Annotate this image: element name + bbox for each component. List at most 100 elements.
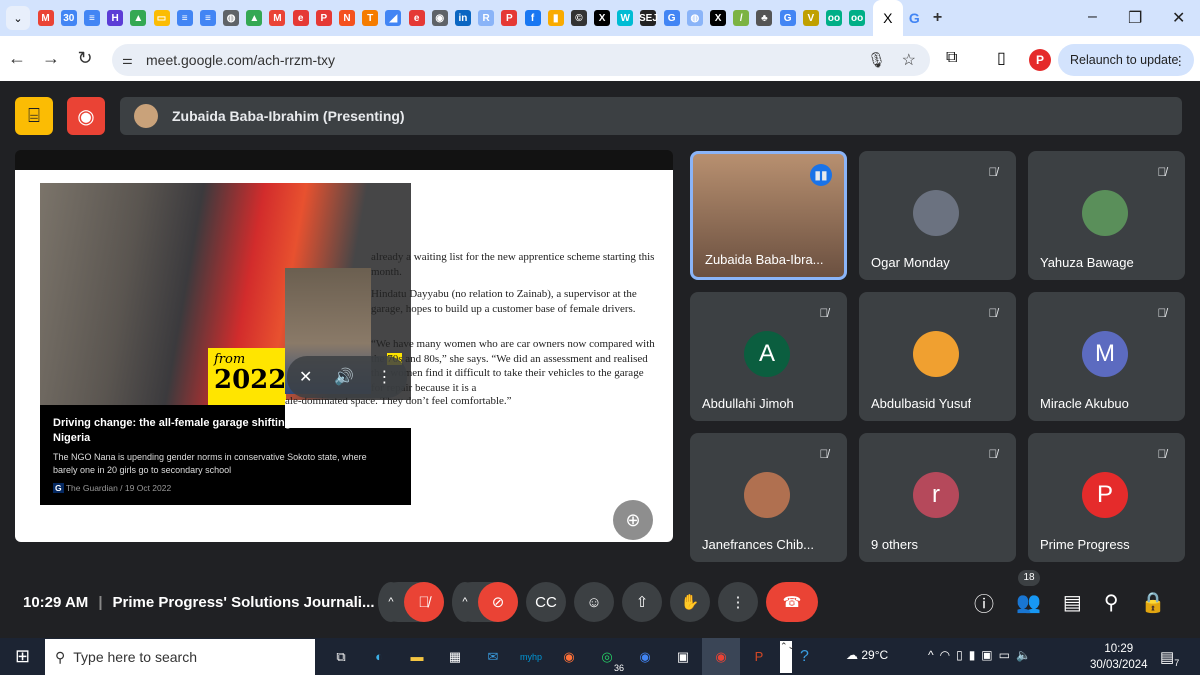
pen-icon[interactable]: / bbox=[733, 10, 750, 26]
c-icon[interactable]: © bbox=[570, 10, 587, 26]
taskbar-search[interactable]: ⚲ Type here to search bbox=[45, 639, 315, 675]
people-button[interactable]: 👥 18 bbox=[1016, 569, 1041, 615]
task-view-icon[interactable]: ⧉ bbox=[322, 638, 360, 675]
sej-icon[interactable]: SEJ bbox=[639, 10, 658, 26]
back-icon[interactable]: ← bbox=[0, 48, 34, 69]
globe-icon[interactable]: ◍ bbox=[223, 10, 240, 26]
powerpoint-icon[interactable]: P bbox=[740, 638, 778, 675]
participant-tile[interactable]: r 🎙̸ 9 others bbox=[859, 433, 1016, 562]
chrome-icon[interactable]: ◉ bbox=[431, 10, 448, 26]
host-controls-icon[interactable]: ⌸ bbox=[15, 97, 53, 135]
drive-icon[interactable]: ▲ bbox=[246, 10, 263, 26]
host-controls-lock-icon[interactable]: 🔒 bbox=[1140, 590, 1165, 615]
bluesky-icon[interactable]: W bbox=[617, 10, 634, 26]
x-icon[interactable]: X bbox=[594, 10, 611, 26]
tab-google[interactable]: G bbox=[906, 10, 922, 26]
firefox-icon[interactable]: ◉ bbox=[550, 638, 588, 675]
participant-tile[interactable]: 🎙̸ Abdulbasid Yusuf bbox=[859, 292, 1016, 421]
new-tab-button[interactable]: + bbox=[930, 9, 946, 26]
emoji-button[interactable]: ☺ bbox=[574, 582, 614, 622]
meeting-details-icon[interactable]: ⓘ bbox=[974, 588, 994, 617]
tree-icon[interactable]: ♣ bbox=[756, 10, 773, 26]
notification-icon[interactable]: ▤7 bbox=[1160, 648, 1179, 668]
p-icon[interactable]: P bbox=[315, 10, 332, 26]
menu-icon[interactable]: ⋮ bbox=[1174, 53, 1187, 68]
edge-icon[interactable]: ◐ bbox=[360, 638, 398, 675]
t-icon[interactable]: T bbox=[362, 10, 379, 26]
camera-off-button[interactable]: ⊘ bbox=[478, 582, 518, 622]
docs-icon[interactable]: ≡ bbox=[199, 10, 216, 26]
file-explorer-icon[interactable]: ▬ bbox=[398, 638, 436, 675]
recording-icon[interactable]: ◉ bbox=[67, 97, 105, 135]
participant-tile[interactable]: 🎙̸ Yahuza Bawage bbox=[1028, 151, 1185, 280]
site-info-icon[interactable]: ⚌ bbox=[122, 53, 133, 67]
participant-tile[interactable]: 🎙̸ Ogar Monday bbox=[859, 151, 1016, 280]
mic-off-button[interactable]: 🎙̸ bbox=[404, 582, 444, 622]
gmail-icon[interactable]: M bbox=[37, 10, 54, 26]
store-icon[interactable]: ▦ bbox=[436, 638, 474, 675]
microphone-icon[interactable]: 🎙 bbox=[867, 51, 886, 69]
close-tab-icon[interactable]: X bbox=[883, 10, 892, 26]
linkedin-icon[interactable]: in bbox=[454, 10, 471, 26]
taskbar-scroll[interactable]: ⌃⌄ bbox=[780, 641, 795, 673]
audio-options-icon[interactable]: ^ bbox=[378, 582, 404, 622]
help-icon[interactable]: ? bbox=[800, 648, 809, 666]
calendar-icon[interactable]: 30 bbox=[60, 10, 77, 26]
facebook-icon[interactable]: f bbox=[524, 10, 541, 26]
slides-icon[interactable]: ▭ bbox=[153, 10, 170, 26]
mail-icon[interactable]: ✉ bbox=[474, 638, 512, 675]
tripadvisor-icon[interactable]: oo bbox=[825, 10, 842, 26]
more-options-icon[interactable]: ⋮ bbox=[376, 367, 392, 387]
whatsapp-icon[interactable]: ◎ 36 bbox=[588, 638, 626, 675]
pin-off-icon[interactable]: ✕ bbox=[299, 367, 312, 387]
system-tray-icons[interactable]: ^◠▯▮▣▭🔈 bbox=[928, 648, 1037, 662]
analytics-icon[interactable]: ▮ bbox=[547, 10, 564, 26]
participant-tile[interactable]: A 🎙̸ Abdullahi Jimoh bbox=[690, 292, 847, 421]
captions-button[interactable]: CC bbox=[526, 582, 566, 622]
docs-icon[interactable]: ≡ bbox=[83, 10, 100, 26]
e-icon[interactable]: e bbox=[408, 10, 425, 26]
volume-icon[interactable]: 🔊 bbox=[334, 367, 354, 387]
extensions-icon[interactable]: ⧉ bbox=[946, 49, 957, 67]
address-bar[interactable]: ⚌ meet.google.com/ach-rrzm-txy 🎙 ☆ bbox=[112, 44, 930, 76]
p-icon[interactable]: P bbox=[501, 10, 518, 26]
app-icon[interactable]: ▣ bbox=[664, 638, 702, 675]
close-window-icon[interactable]: ✕ bbox=[1172, 8, 1185, 28]
participant-tile[interactable]: 🎙̸ Janefrances Chib... bbox=[690, 433, 847, 562]
docs-icon[interactable]: ≡ bbox=[176, 10, 193, 26]
present-button[interactable]: ⇧ bbox=[622, 582, 662, 622]
drive-icon[interactable]: ▲ bbox=[130, 10, 147, 26]
activities-icon[interactable]: ⚲ bbox=[1104, 590, 1119, 615]
google-icon[interactable]: G bbox=[663, 10, 680, 26]
chrome-profile-icon[interactable]: ◉ bbox=[702, 638, 740, 675]
r-icon[interactable]: R bbox=[478, 10, 495, 26]
globe-icon[interactable]: ◍ bbox=[686, 10, 703, 26]
chat-icon[interactable]: ▤ bbox=[1063, 590, 1082, 615]
zoom-in-button[interactable]: ⊕ bbox=[613, 500, 653, 540]
forward-icon[interactable]: → bbox=[34, 48, 68, 69]
active-tab[interactable]: X bbox=[872, 0, 903, 36]
windows-start-icon[interactable]: ⊞ bbox=[0, 638, 45, 675]
participant-tile[interactable]: ▮▮ Zubaida Baba-Ibra... bbox=[690, 151, 847, 280]
video-options-icon[interactable]: ^ bbox=[452, 582, 478, 622]
tripadvisor-icon[interactable]: oo bbox=[849, 10, 866, 26]
app-icon[interactable]: H bbox=[107, 10, 124, 26]
hp-icon[interactable]: myhp bbox=[512, 638, 550, 675]
profile-avatar[interactable]: P bbox=[1029, 49, 1051, 71]
leave-call-button[interactable]: ☎ bbox=[766, 582, 818, 622]
weather-widget[interactable]: ☁ 29°C bbox=[846, 648, 888, 662]
bookmark-star-icon[interactable]: ☆ bbox=[902, 50, 916, 70]
minimize-icon[interactable]: – bbox=[1088, 8, 1097, 26]
ads-icon[interactable]: ◢ bbox=[385, 10, 402, 26]
relaunch-button[interactable]: Relaunch to update ⋮ bbox=[1058, 44, 1194, 76]
participant-tile[interactable]: M 🎙̸ Miracle Akubuo bbox=[1028, 292, 1185, 421]
x-icon[interactable]: X bbox=[710, 10, 727, 26]
n-icon[interactable]: N bbox=[339, 10, 356, 26]
more-options-button[interactable]: ⋮ bbox=[718, 582, 758, 622]
chrome-icon[interactable]: ◉ bbox=[626, 638, 664, 675]
gmail-icon[interactable]: M bbox=[269, 10, 286, 26]
reload-icon[interactable]: ↻ bbox=[68, 48, 102, 69]
tab-search-button[interactable]: ⌄ bbox=[6, 6, 30, 30]
v-icon[interactable]: V bbox=[802, 10, 819, 26]
participant-tile[interactable]: P 🎙̸ Prime Progress bbox=[1028, 433, 1185, 562]
